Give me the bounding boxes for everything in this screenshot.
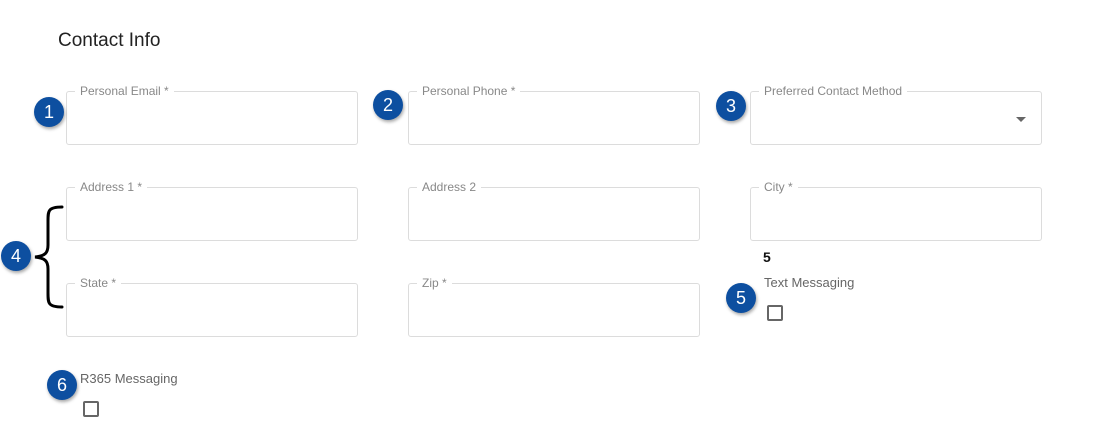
r365-messaging-label: R365 Messaging — [80, 371, 178, 386]
step-badge-6: 6 — [47, 370, 77, 400]
address2-field[interactable]: Address 2 — [408, 180, 700, 241]
text-messaging-label: Text Messaging — [764, 275, 855, 290]
zip-input[interactable] — [409, 284, 699, 336]
curly-brace-icon — [34, 205, 64, 309]
zip-field[interactable]: Zip * — [408, 276, 700, 337]
preferred-contact-method-label: Preferred Contact Method — [759, 84, 908, 98]
personal-email-field[interactable]: Personal Email * — [66, 84, 358, 145]
personal-phone-input[interactable] — [409, 92, 699, 144]
address2-input[interactable] — [409, 188, 699, 240]
personal-phone-field[interactable]: Personal Phone * — [408, 84, 700, 145]
step-badge-4: 4 — [1, 241, 31, 271]
city-field[interactable]: City * — [750, 180, 1042, 241]
r365-messaging-checkbox[interactable] — [83, 401, 99, 417]
annotation-number-5: 5 — [763, 249, 771, 265]
personal-email-input[interactable] — [67, 92, 357, 144]
step-badge-5: 5 — [726, 283, 756, 313]
preferred-contact-method-select[interactable]: Preferred Contact Method — [750, 84, 1042, 145]
state-input[interactable] — [67, 284, 357, 336]
text-messaging-checkbox[interactable] — [767, 305, 783, 321]
step-badge-3: 3 — [716, 91, 746, 121]
address1-input[interactable] — [67, 188, 357, 240]
dropdown-arrow-icon[interactable] — [1016, 117, 1026, 122]
step-badge-1: 1 — [34, 97, 64, 127]
state-field[interactable]: State * — [66, 276, 358, 337]
step-badge-2: 2 — [373, 90, 403, 120]
address1-field[interactable]: Address 1 * — [66, 180, 358, 241]
city-input[interactable] — [751, 188, 1041, 240]
section-title: Contact Info — [58, 30, 161, 51]
